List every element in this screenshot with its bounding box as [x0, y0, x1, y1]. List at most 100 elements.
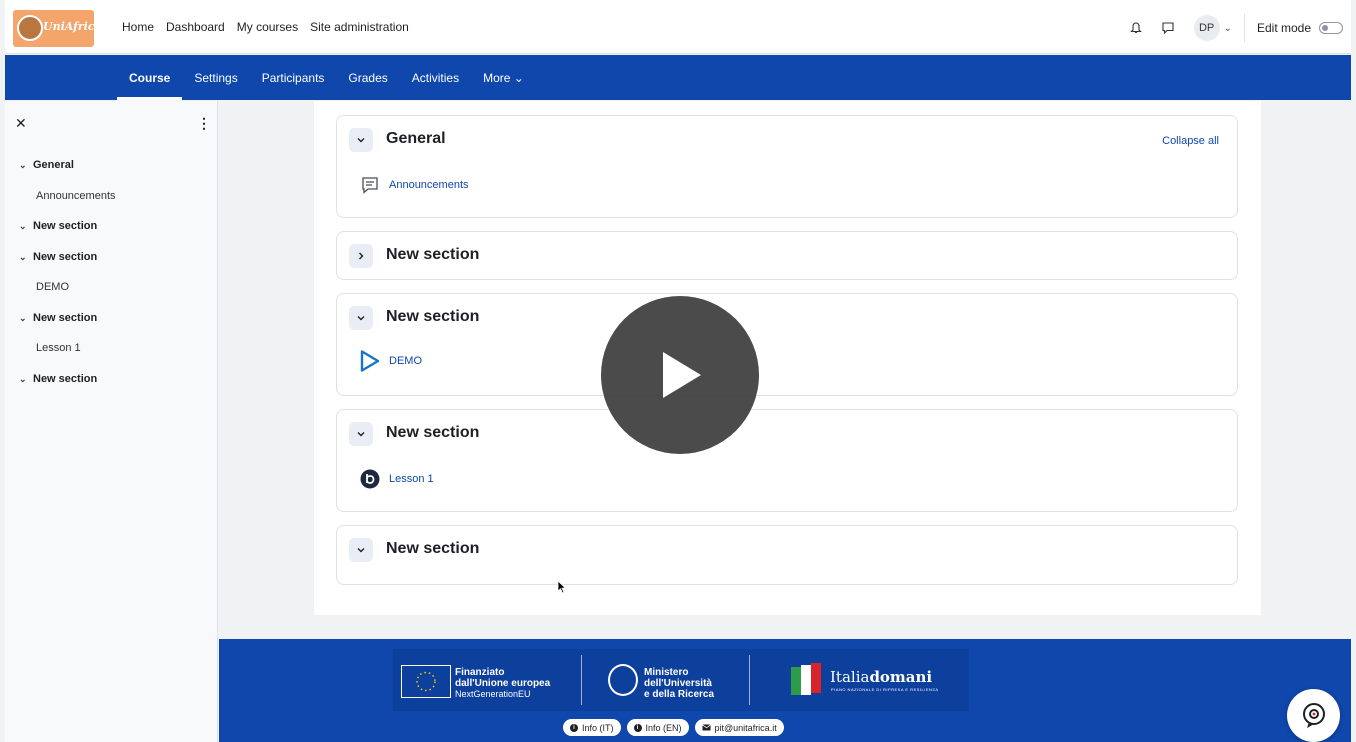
mur-line-3: e della Ricerca	[644, 689, 715, 700]
course-section: New section	[336, 525, 1238, 585]
mur-line-2: dell'Università	[644, 678, 712, 689]
eu-line-3: NextGenerationEU	[455, 689, 531, 699]
info-en-label: Info (EN)	[645, 722, 682, 733]
eu-flag-icon	[401, 665, 451, 698]
course-section: New section Lesson 1	[336, 409, 1238, 512]
tab-activities[interactable]: Activities	[400, 55, 471, 100]
nav-home-link[interactable]: Home	[122, 20, 154, 34]
eu-funding-text: Finanziato dall'Unione europea NextGener…	[455, 667, 550, 700]
help-chat-icon	[1302, 702, 1325, 728]
italian-republic-emblem-icon	[608, 664, 638, 696]
edit-mode-toggle[interactable]	[1319, 22, 1343, 34]
user-avatar[interactable]: DP	[1193, 15, 1220, 41]
section-collapse-chevron-down-icon[interactable]	[349, 538, 373, 562]
user-controls: DP ⌄ Edit mode	[1124, 14, 1343, 42]
close-drawer-icon[interactable]: ✕	[15, 115, 27, 132]
course-index-activity[interactable]: Lesson 1	[36, 342, 81, 354]
course-section: New section DEMO	[336, 293, 1238, 396]
activity-link[interactable]: Announcements	[389, 179, 469, 191]
video-play-button[interactable]	[601, 296, 759, 454]
course-index-section[interactable]: ⌄ New section	[19, 373, 97, 385]
course-index-activity-label: Lesson 1	[36, 342, 81, 354]
ministry-text: Ministero dell'Università e della Ricerc…	[644, 667, 714, 700]
section-title[interactable]: General	[386, 130, 446, 148]
chevron-down-icon: ⌄	[19, 220, 27, 231]
course-section: General Collapse all Announcements	[336, 115, 1238, 218]
activity-item[interactable]: Lesson 1	[359, 468, 434, 490]
nav-site-administration-link[interactable]: Site administration	[310, 20, 409, 34]
site-logo[interactable]: UniAfrica	[13, 10, 94, 47]
info-icon: i	[633, 723, 642, 732]
email-link[interactable]: pit@unitafrica.it	[694, 719, 784, 736]
info-icon: i	[570, 723, 578, 732]
italia-word: Italia	[830, 668, 870, 686]
info-it-link[interactable]: i Info (IT)	[563, 719, 621, 736]
domani-word: domani	[869, 668, 933, 686]
course-index-activity[interactable]: DEMO	[36, 281, 69, 293]
course-index-activity-label: Announcements	[36, 190, 116, 202]
messages-icon[interactable]	[1156, 16, 1180, 40]
section-collapse-chevron-down-icon[interactable]	[349, 306, 373, 330]
section-expand-chevron-right-icon[interactable]	[349, 244, 373, 268]
collapse-all-link[interactable]: Collapse all	[1162, 135, 1219, 147]
info-it-label: Info (IT)	[582, 722, 614, 733]
course-index-section[interactable]: ⌄ New section	[19, 220, 97, 232]
play-icon	[663, 352, 701, 398]
info-en-link[interactable]: i Info (EN)	[626, 719, 689, 736]
section-title[interactable]: New section	[386, 246, 479, 264]
activity-item[interactable]: Announcements	[359, 174, 469, 196]
tab-more[interactable]: More ⌄	[471, 55, 536, 100]
section-title[interactable]: New section	[386, 424, 479, 442]
tab-grades[interactable]: Grades	[336, 55, 399, 100]
tab-participants[interactable]: Participants	[250, 55, 337, 100]
course-index-options-icon[interactable]: ⋮	[197, 115, 211, 132]
navbar-divider	[1243, 14, 1245, 42]
footer-divider	[581, 655, 582, 705]
section-title[interactable]: New section	[386, 308, 479, 326]
logo-text: UniAfrica	[43, 20, 94, 33]
chevron-down-icon: ⌄	[19, 251, 27, 262]
eu-line-2: dall'Unione europea	[455, 678, 551, 689]
footer-divider	[749, 655, 750, 705]
tab-course[interactable]: Course	[117, 55, 183, 100]
mur-line-1: Ministero	[644, 667, 689, 678]
eu-line-1: Finanziato	[455, 667, 505, 678]
section-collapse-chevron-down-icon[interactable]	[349, 128, 373, 152]
section-collapse-chevron-down-icon[interactable]	[349, 422, 373, 446]
course-index-section-label: New section	[33, 220, 98, 232]
italia-domani-logo-text: Italiadomani	[830, 668, 932, 686]
course-index-section-label: New section	[33, 373, 98, 385]
activity-link[interactable]: Lesson 1	[389, 473, 434, 485]
help-chat-button[interactable]	[1287, 689, 1340, 742]
page-footer: Finanziato dall'Unione europea NextGener…	[219, 639, 1351, 742]
nav-dashboard-link[interactable]: Dashboard	[166, 20, 225, 34]
mouse-cursor-icon	[557, 580, 567, 599]
forum-icon	[359, 174, 381, 196]
activity-item[interactable]: DEMO	[359, 350, 422, 372]
italia-domani-flag-icon	[785, 659, 827, 701]
chevron-down-icon: ⌄	[19, 373, 27, 384]
top-navbar: UniAfrica Home Dashboard My courses Site…	[5, 0, 1351, 54]
play-outline-icon	[359, 350, 381, 372]
section-title[interactable]: New section	[386, 540, 479, 558]
course-index-section[interactable]: ⌄ General	[19, 159, 74, 171]
course-index-section-label: General	[33, 159, 74, 171]
secondary-navigation: Course Settings Participants Grades Acti…	[5, 55, 1351, 100]
notifications-bell-icon[interactable]	[1124, 16, 1148, 40]
email-label: pit@unitafrica.it	[714, 722, 777, 733]
chevron-down-icon: ⌄	[19, 159, 27, 170]
chevron-down-icon: ⌄	[19, 312, 27, 323]
course-index-activity-label: DEMO	[36, 281, 69, 293]
activity-link[interactable]: DEMO	[389, 355, 422, 367]
user-menu-chevron-down-icon[interactable]: ⌄	[1224, 23, 1232, 34]
course-index-activity[interactable]: Announcements	[36, 190, 116, 202]
course-index-section-label: New section	[33, 312, 98, 324]
course-index-section[interactable]: ⌄ New section	[19, 312, 97, 324]
funding-logos-banner: Finanziato dall'Unione europea NextGener…	[393, 649, 969, 711]
course-index-section[interactable]: ⌄ New section	[19, 251, 97, 263]
nav-my-courses-link[interactable]: My courses	[237, 20, 298, 34]
tab-settings[interactable]: Settings	[182, 55, 249, 100]
course-index-section-label: New section	[33, 251, 98, 263]
envelope-icon	[701, 724, 711, 731]
primary-navigation: Home Dashboard My courses Site administr…	[122, 20, 409, 34]
